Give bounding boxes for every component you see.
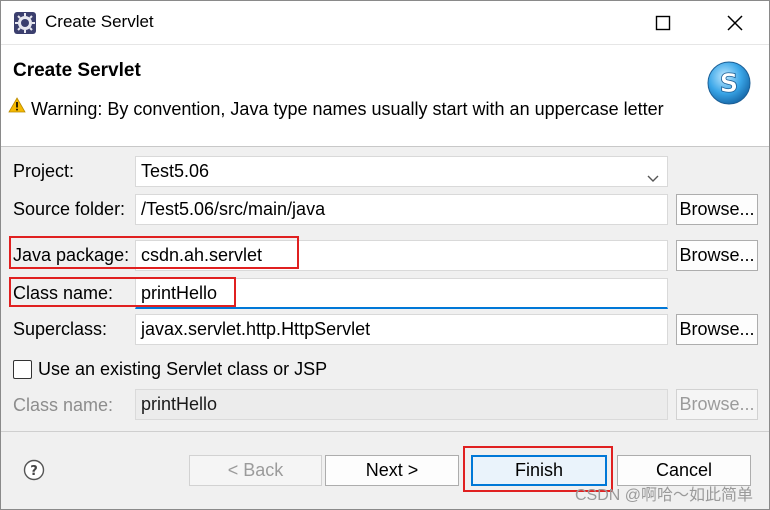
warning-message: Warning: By convention, Java type names … [31, 99, 664, 119]
superclass-label: Superclass: [13, 319, 108, 339]
existing-class-name-label: Class name: [13, 395, 114, 415]
close-icon [727, 15, 743, 31]
project-label: Project: [13, 161, 75, 181]
chevron-down-icon [647, 167, 659, 182]
close-button[interactable] [707, 1, 763, 45]
create-servlet-dialog: Create Servlet Create Servlet Warning: B… [0, 0, 770, 510]
project-value: Test5.06 [141, 161, 210, 181]
watermark-text: CSDN @啊哈～如此简单 [574, 487, 753, 504]
java-package-label: Java package: [13, 245, 130, 265]
java-package-field[interactable]: csdn.ah.servlet [135, 240, 668, 271]
maximize-icon [655, 15, 671, 31]
superclass-field[interactable]: javax.servlet.http.HttpServlet [135, 314, 668, 345]
source-folder-field[interactable]: /Test5.06/src/main/java [135, 194, 668, 225]
help-icon[interactable]: ? [23, 459, 45, 481]
maximize-button[interactable] [635, 1, 691, 45]
superclass-browse-button[interactable]: Browse... [676, 314, 758, 345]
svg-text:S: S [720, 69, 739, 99]
next-button[interactable]: Next > [325, 455, 459, 486]
use-existing-label[interactable]: Use an existing Servlet class or JSP [38, 359, 327, 380]
servlet-wizard-icon: S [705, 59, 753, 107]
existing-class-browse-button: Browse... [676, 389, 758, 420]
class-name-field[interactable]: printHello [135, 278, 668, 309]
title-bar: Create Servlet [1, 1, 769, 45]
svg-text:?: ? [30, 464, 38, 479]
window-title: Create Servlet [45, 12, 154, 31]
source-folder-label: Source folder: [13, 199, 126, 219]
eclipse-icon [13, 11, 37, 35]
wizard-header: Create Servlet Warning: By convention, J… [1, 45, 769, 147]
source-folder-browse-button[interactable]: Browse... [676, 194, 758, 225]
existing-class-name-field: printHello [135, 389, 668, 420]
java-package-browse-button[interactable]: Browse... [676, 240, 758, 271]
warning-icon [8, 97, 26, 113]
project-select[interactable]: Test5.06 [135, 156, 668, 187]
class-name-label: Class name: [13, 283, 114, 303]
page-title: Create Servlet [13, 60, 141, 81]
button-bar-separator [1, 431, 769, 432]
use-existing-checkbox[interactable] [13, 360, 32, 379]
back-button[interactable]: < Back [189, 455, 322, 486]
